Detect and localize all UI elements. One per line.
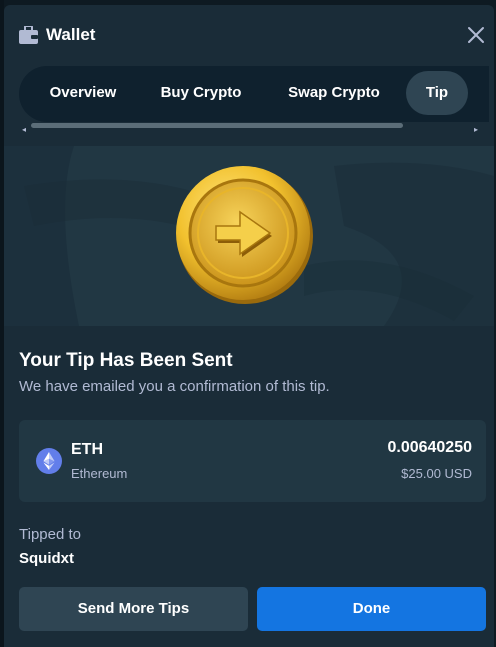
ethereum-icon [36, 448, 62, 474]
tab-bar: Overview Buy Crypto Swap Crypto Tip [19, 66, 489, 122]
currency-symbol: ETH [71, 441, 103, 458]
close-icon[interactable] [466, 25, 486, 45]
transaction-card: ETH Ethereum 0.00640250 $25.00 USD [19, 420, 486, 502]
done-button[interactable]: Done [257, 587, 486, 631]
recipient-username: Squidxt [19, 550, 74, 567]
tab-overview[interactable]: Overview [29, 71, 137, 115]
tab-buy-crypto[interactable]: Buy Crypto [144, 71, 258, 115]
currency-name: Ethereum [71, 466, 128, 481]
modal-title: Wallet [46, 25, 96, 44]
gold-coin-arrow-icon [176, 166, 313, 304]
send-more-tips-button[interactable]: Send More Tips [19, 587, 248, 631]
recipient-label: Tipped to [19, 526, 81, 543]
scroll-right-arrow-icon[interactable]: ▸ [474, 126, 480, 134]
tip-amount: 0.00640250 [387, 439, 472, 456]
tab-tip[interactable]: Tip [406, 71, 468, 115]
modal-header: Wallet [4, 5, 494, 65]
success-banner [4, 146, 494, 326]
scroll-left-arrow-icon[interactable]: ◂ [22, 126, 28, 134]
wallet-icon [19, 26, 38, 44]
confirmation-title: Your Tip Has Been Sent [19, 350, 233, 371]
tab-swap-crypto[interactable]: Swap Crypto [269, 71, 399, 115]
tab-scrollbar[interactable] [31, 123, 403, 128]
tip-usd-value: $25.00 USD [401, 466, 472, 481]
wallet-modal: Wallet Overview Buy Crypto Swap Crypto T… [4, 5, 494, 647]
confirmation-subtitle: We have emailed you a confirmation of th… [19, 378, 330, 395]
